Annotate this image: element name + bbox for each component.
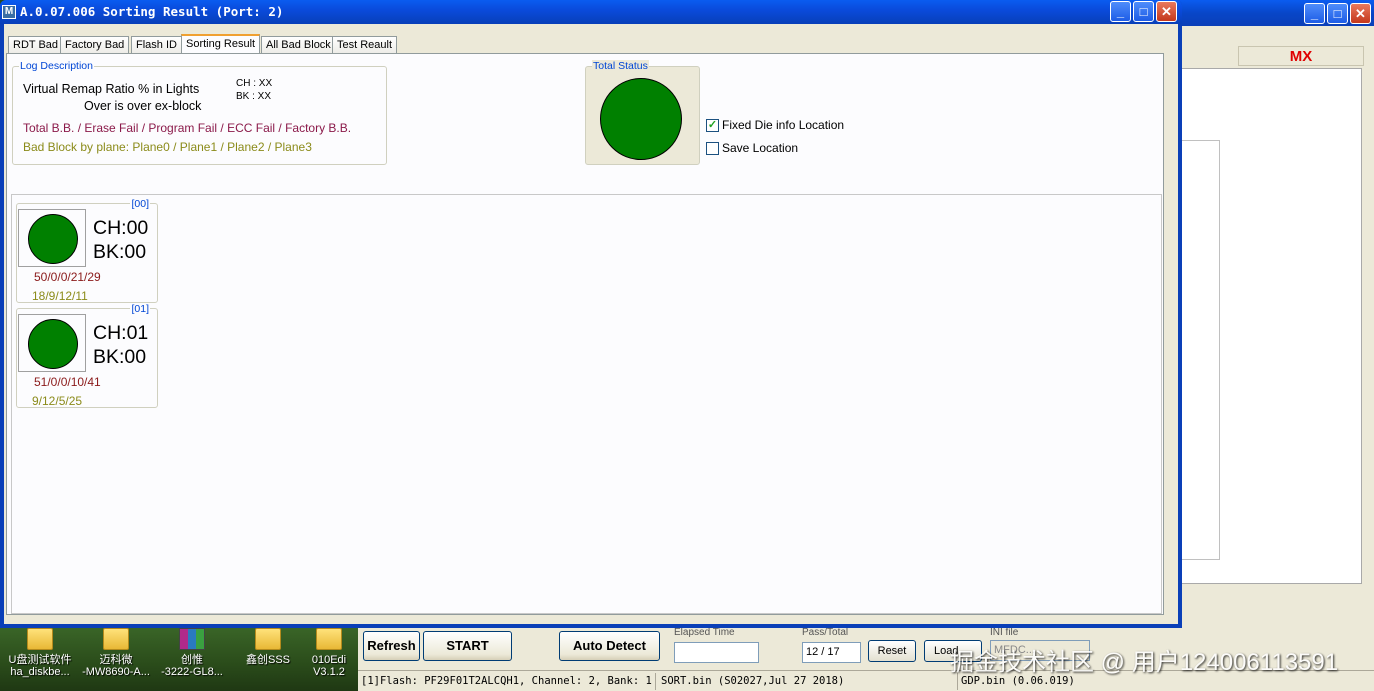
folder-icon (103, 628, 129, 650)
die-index: [01] (130, 303, 150, 315)
die-index: [00] (130, 198, 150, 210)
desktop-icon-label: 创惟 (181, 654, 203, 666)
die-status-lamp (28, 214, 78, 264)
save-location-label[interactable]: Save Location (722, 141, 798, 155)
desktop-icon-label: 010Edi (311, 654, 347, 666)
over-ex-block-text: Over is over ex-block (84, 99, 202, 113)
reset-button[interactable]: Reset (868, 640, 916, 662)
bk-legend: BK : XX (236, 91, 272, 102)
background-app-window: _ □ ✕ MX (1170, 0, 1374, 691)
elapsed-time-field[interactable] (674, 642, 759, 663)
status-sort-bin: SORT.bin (S02027,Jul 27 2018) (658, 673, 958, 690)
tab-flash-id[interactable]: Flash ID (131, 36, 182, 54)
log-description-group: Log Description Virtual Remap Ratio % in… (12, 60, 387, 165)
minimize-icon[interactable]: _ (1304, 3, 1325, 24)
elapsed-time-label: Elapsed Time (674, 627, 735, 638)
background-app-subpanel (1180, 140, 1220, 560)
remap-ratio-text: Virtual Remap Ratio % in Lights (23, 82, 200, 96)
die-lamp-frame (18, 209, 86, 267)
sorting-result-panel: Log Description Virtual Remap Ratio % in… (6, 53, 1164, 615)
rar-archive-icon (179, 628, 205, 650)
maximize-icon[interactable]: □ (1133, 1, 1154, 22)
die-info-area: [00] CH:00 BK:00 50/0/0/21/29 18/9/12/11… (11, 194, 1162, 614)
total-status-title: Total Status (592, 60, 649, 72)
app-icon: M (2, 5, 16, 19)
fixed-die-label[interactable]: Fixed Die info Location (722, 118, 844, 132)
folder-icon (27, 628, 53, 650)
maximize-icon[interactable]: □ (1327, 3, 1348, 24)
watermark-text: 掘金技术社区 @ 用户124006113591 (950, 649, 1339, 676)
window-titlebar[interactable]: M A.0.07.006 Sorting Result (Port: 2) _ … (0, 0, 1182, 24)
ini-file-label: INI file (990, 627, 1019, 638)
sorting-result-window: M A.0.07.006 Sorting Result (Port: 2) _ … (0, 0, 1182, 628)
pass-total-field[interactable]: 12 / 17 (802, 642, 861, 663)
desktop-icon-sublabel: V3.1.2 (313, 666, 345, 678)
tab-factory-bad[interactable]: Factory Bad (60, 36, 130, 54)
refresh-button[interactable]: Refresh (363, 631, 420, 661)
die-bank: BK:00 (93, 346, 147, 368)
tab-sorting-result[interactable]: Sorting Result (181, 34, 261, 55)
die-card-01[interactable]: [01] CH:01 BK:00 51/0/0/10/41 9/12/5/25 (16, 303, 158, 408)
die-card-00[interactable]: [00] CH:00 BK:00 50/0/0/21/29 18/9/12/11 (16, 198, 158, 303)
window-client-area: RDT Bad Factory Bad Flash ID Sorting Res… (4, 24, 1178, 624)
desktop-icon-sublabel: -MW8690-A... (82, 666, 150, 678)
tab-all-bad-block[interactable]: All Bad Block (261, 36, 336, 54)
ch-legend: CH : XX (236, 78, 273, 89)
die-status-lamp (28, 319, 78, 369)
tab-test-reault[interactable]: Test Reault (332, 36, 398, 54)
die-fail-counts: 50/0/0/21/29 (34, 270, 101, 284)
total-status-group: Total Status (585, 60, 700, 165)
desktop-icon-chuangwei[interactable]: 创惟 -3222-GL8... (156, 628, 228, 678)
vendor-label: MX (1238, 46, 1364, 66)
desktop-icon-label: U盘测试软件 (8, 654, 72, 666)
auto-detect-button[interactable]: Auto Detect (559, 631, 660, 661)
desktop: U盘测试软件 ha_diskbe... 迈科微 -MW8690-A... 创惟 … (0, 620, 360, 691)
minimize-icon[interactable]: _ (1110, 1, 1131, 22)
desktop-icon-010editor[interactable]: 010Edi V3.1.2 (298, 628, 360, 678)
close-icon[interactable]: ✕ (1156, 1, 1177, 22)
die-plane-counts: 9/12/5/25 (32, 394, 83, 408)
total-status-lamp (600, 78, 682, 160)
plane-legend: Bad Block by plane: Plane0 / Plane1 / Pl… (23, 140, 312, 154)
fail-legend: Total B.B. / Erase Fail / Program Fail /… (23, 121, 352, 135)
close-icon[interactable]: ✕ (1350, 3, 1371, 24)
desktop-icon-xinchuang[interactable]: 鑫创SSS (232, 628, 304, 666)
save-location-checkbox[interactable] (706, 142, 719, 155)
desktop-icon-label: 迈科微 (99, 654, 133, 666)
die-lamp-frame (18, 314, 86, 372)
background-app-titlebar: _ □ ✕ (1170, 0, 1374, 26)
fixed-die-checkbox[interactable]: ✓ (706, 119, 719, 132)
folder-icon (255, 628, 281, 650)
start-button[interactable]: START (423, 631, 512, 661)
die-channel: CH:01 (93, 322, 149, 344)
desktop-icon-sublabel: ha_diskbe... (10, 666, 70, 678)
desktop-icon-sublabel: -3222-GL8... (161, 666, 223, 678)
desktop-icon-maikewei[interactable]: 迈科微 -MW8690-A... (80, 628, 152, 678)
desktop-icon-label: 鑫创SSS (245, 654, 290, 666)
pass-total-label: Pass/Total (802, 627, 849, 638)
die-channel: CH:00 (93, 217, 149, 239)
window-title: A.0.07.006 Sorting Result (Port: 2) (20, 4, 284, 19)
status-flash: [1]Flash: PF29F01T2ALCQH1, Channel: 2, B… (358, 673, 656, 690)
tab-rdt-bad[interactable]: RDT Bad (8, 36, 64, 54)
die-bank: BK:00 (93, 241, 147, 263)
die-plane-counts: 18/9/12/11 (32, 289, 88, 303)
die-fail-counts: 51/0/0/10/41 (34, 375, 101, 389)
log-description-title: Log Description (19, 60, 94, 72)
desktop-icon-udisk[interactable]: U盘测试软件 ha_diskbe... (4, 628, 76, 678)
folder-icon (316, 628, 342, 650)
